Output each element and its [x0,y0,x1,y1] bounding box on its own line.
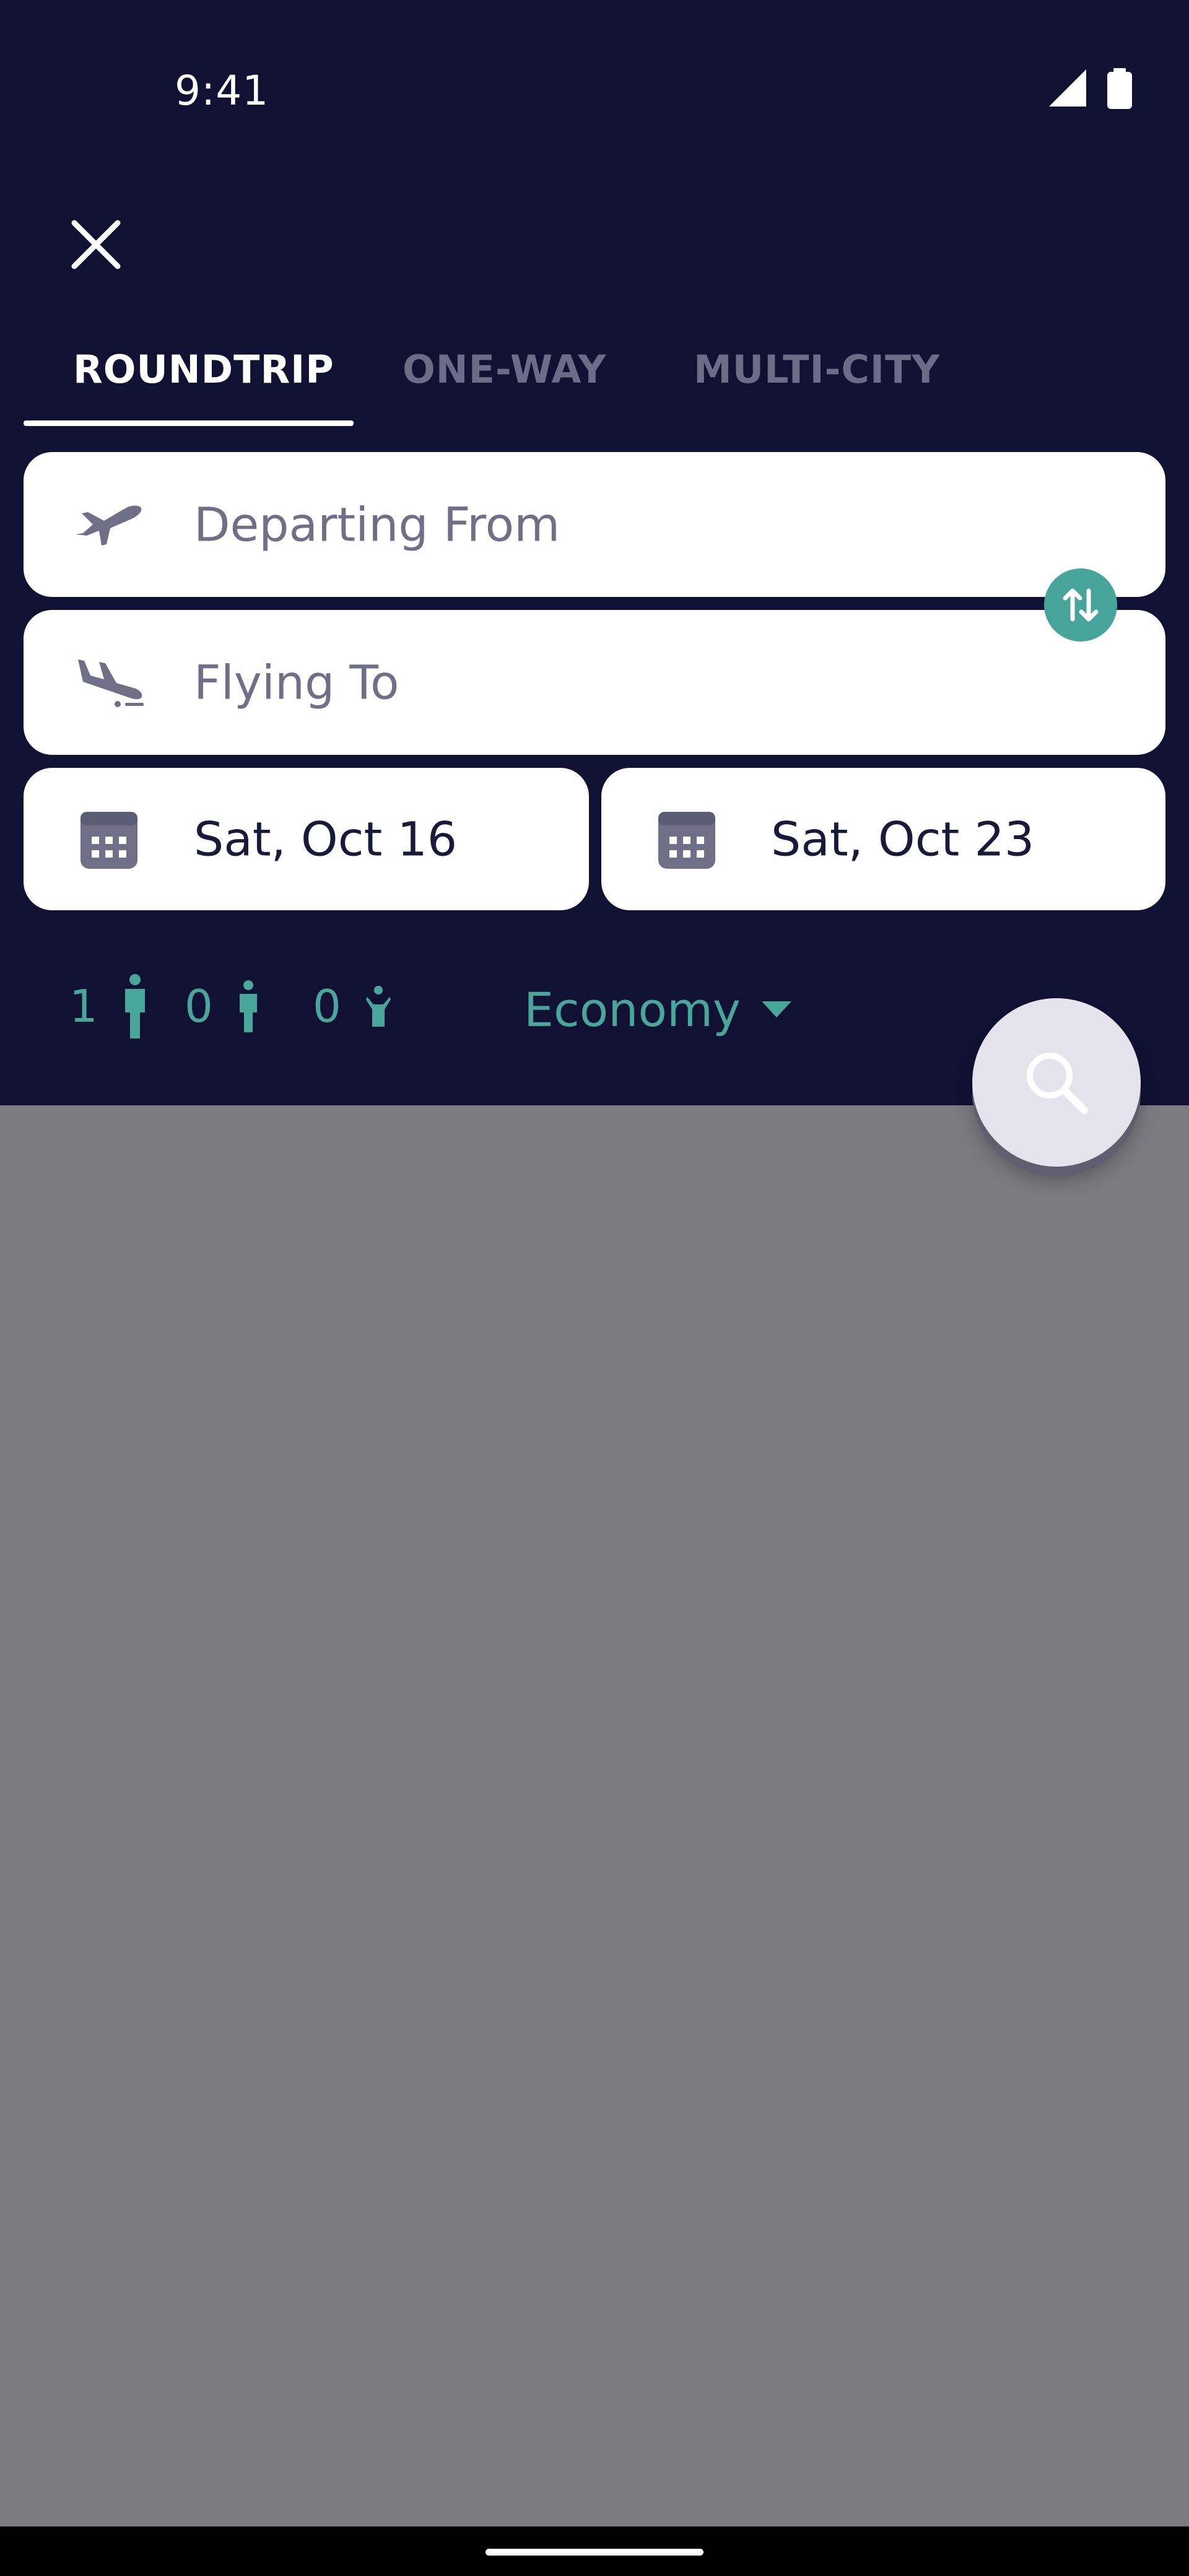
return-date-value: Sat, Oct 23 [771,811,1035,867]
status-icons [1049,68,1133,109]
calendar-icon [81,812,137,869]
infant-count[interactable]: 0 [313,969,391,1043]
swap-vertical-icon [1063,588,1099,622]
battery-icon [1107,68,1132,109]
child-count-value: 0 [185,980,213,1032]
child-icon [239,980,257,1032]
child-count[interactable]: 0 [185,969,259,1043]
search-icon [1027,1053,1088,1114]
infant-count-value: 0 [313,980,341,1032]
cabin-class-dropdown[interactable]: Economy [524,969,791,1050]
flying-to-field[interactable]: Flying To [24,610,1165,755]
departing-from-placeholder: Departing From [194,497,560,552]
depart-date-value: Sat, Oct 16 [194,811,458,867]
status-time: 9:41 [175,67,269,115]
trip-type-tabs: ROUNDTRIP ONE-WAY MULTI-CITY [24,347,1165,427]
infant-icon [365,986,391,1027]
close-icon [71,220,121,269]
calendar-icon [658,812,715,869]
tab-multi-city[interactable]: MULTI-CITY [694,347,940,392]
flight-search-screen: 9:41 ROUNDTRIP ONE-WAY MULTI-CITY Depart… [0,0,1189,2576]
swap-airports-button[interactable] [1044,568,1117,642]
signal-icon [1049,69,1086,107]
adult-count[interactable]: 1 [69,969,147,1043]
adult-icon [124,974,145,1038]
active-tab-indicator [24,420,354,426]
flying-to-placeholder: Flying To [194,655,399,710]
caret-down-icon [761,1001,791,1017]
adult-count-value: 1 [69,980,98,1032]
tab-one-way[interactable]: ONE-WAY [403,347,606,392]
home-indicator[interactable] [486,2549,703,2556]
search-button[interactable] [972,998,1141,1167]
scrim-overlay[interactable] [0,1105,1189,2526]
airplane-landing-icon [78,659,144,707]
depart-date-field[interactable]: Sat, Oct 16 [24,768,589,910]
departing-from-field[interactable]: Departing From [24,452,1165,597]
return-date-field[interactable]: Sat, Oct 23 [601,768,1165,910]
airplane-takeoff-icon [76,505,142,546]
search-header: 9:41 ROUNDTRIP ONE-WAY MULTI-CITY Depart… [0,0,1189,1105]
cabin-class-value: Economy [524,981,741,1037]
close-button[interactable] [68,217,124,272]
tab-roundtrip[interactable]: ROUNDTRIP [73,347,334,392]
